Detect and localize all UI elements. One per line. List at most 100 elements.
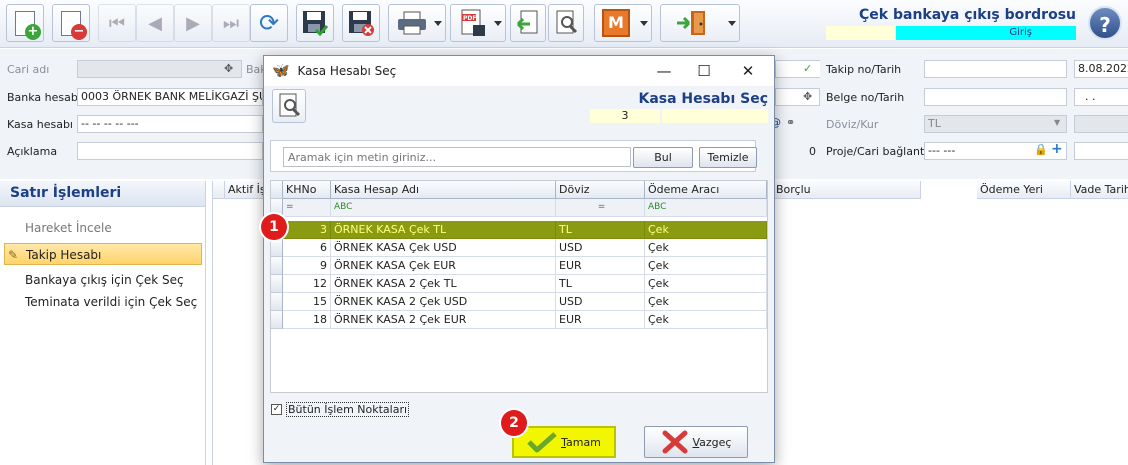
filter-khno[interactable]: = bbox=[283, 199, 331, 217]
doviz-select[interactable]: TL bbox=[924, 115, 1067, 133]
banka-hesabi-field[interactable]: 0003 ÖRNEK BANK MELİKGAZİ ŞUBE TL bbox=[77, 88, 263, 106]
cari-adi-field[interactable] bbox=[77, 60, 242, 78]
col-odeme-yeri[interactable]: Ödeme Yeri bbox=[977, 181, 1071, 199]
cari-lookup-icon[interactable]: ✥ bbox=[224, 62, 233, 75]
previous-record-button[interactable]: ◀ bbox=[136, 4, 174, 42]
cancel-button[interactable]: Vazgeç bbox=[644, 426, 748, 458]
doviz-label: Döviz/Kur bbox=[826, 118, 879, 131]
refresh-button[interactable]: ⟳ bbox=[250, 4, 288, 42]
takip-date-field[interactable]: 8.08.2022 bbox=[1074, 60, 1128, 78]
clear-button[interactable]: Temizle bbox=[699, 147, 757, 168]
tools-button[interactable] bbox=[548, 4, 584, 42]
m-module-button[interactable]: M bbox=[594, 4, 652, 42]
filter-kasa-hesap-adi[interactable]: ABC bbox=[331, 199, 556, 217]
ok-button[interactable]: Tamam bbox=[512, 426, 616, 458]
check-icon: ✓ bbox=[803, 62, 813, 75]
table-row[interactable]: 12 ÖRNEK KASA 2 Çek TL TL Çek bbox=[271, 275, 767, 293]
dialog-header: Kasa Hesabı Seç 3 bbox=[272, 89, 768, 129]
next-record-button[interactable]: ▶ bbox=[174, 4, 212, 42]
cell-doviz: TL bbox=[556, 275, 645, 293]
help-button[interactable]: ? bbox=[1088, 6, 1122, 40]
x-icon bbox=[662, 430, 687, 454]
table-row[interactable]: 6 ÖRNEK KASA Çek USD USD Çek bbox=[271, 239, 767, 257]
cell-doviz: EUR bbox=[556, 311, 645, 329]
table-row[interactable]: 3 ÖRNEK KASA Çek TL TL Çek bbox=[271, 221, 767, 239]
row-operations-panel: Satır İşlemleri Hareket İncele ✎ Takip H… bbox=[0, 181, 206, 465]
table-row[interactable]: 9 ÖRNEK KASA Çek EUR EUR Çek bbox=[271, 257, 767, 275]
checkbox-box[interactable]: ✓ bbox=[271, 404, 282, 415]
all-points-label: Bütün İşlem Noktaları bbox=[286, 402, 410, 417]
doviz-dropdown-icon: ▼ bbox=[1054, 118, 1061, 127]
aciklama-field[interactable] bbox=[77, 142, 263, 160]
col-doviz[interactable]: Döviz bbox=[556, 181, 645, 199]
cell-doviz: EUR bbox=[556, 257, 645, 275]
belge-no-field[interactable] bbox=[924, 88, 1067, 106]
exit-button[interactable] bbox=[660, 4, 740, 42]
find-button[interactable]: Bul bbox=[633, 147, 693, 168]
cell-odeme-araci: Çek bbox=[645, 275, 767, 293]
proje-extra-field[interactable] bbox=[1074, 142, 1128, 160]
link-icon[interactable]: ⚭ bbox=[786, 116, 795, 129]
page-title: Çek bankaya çıkış bordrosu bbox=[859, 7, 1076, 23]
next-record-icon: ▶ bbox=[186, 12, 200, 34]
print-button[interactable] bbox=[388, 4, 446, 42]
cell-khno: 6 bbox=[283, 239, 331, 257]
table-row[interactable]: 15 ÖRNEK KASA 2 Çek USD USD Çek bbox=[271, 293, 767, 311]
col-kasa-hesap-adi[interactable]: Kasa Hesap Adı bbox=[331, 181, 556, 199]
close-button[interactable]: ✕ bbox=[728, 56, 768, 86]
cancel-save-button[interactable] bbox=[342, 4, 380, 42]
dialog-tools-button[interactable] bbox=[272, 89, 306, 123]
kasa-hesabi-dialog: 🦋 Kasa Hesabı Seç — ☐ ✕ Kasa Hesabı Seç … bbox=[263, 55, 775, 463]
step-marker-1: 1 bbox=[261, 214, 287, 240]
cell-khno: 3 bbox=[283, 221, 331, 239]
lookup-icon[interactable]: ✥ bbox=[803, 90, 812, 103]
cell-doviz: USD bbox=[556, 293, 645, 311]
print-icon bbox=[398, 11, 426, 35]
takip-no-field[interactable] bbox=[924, 60, 1067, 78]
row-indicator bbox=[271, 239, 283, 257]
delete-document-button[interactable]: − bbox=[52, 4, 90, 42]
last-record-button[interactable]: ⏭ bbox=[212, 4, 250, 42]
tools-icon bbox=[556, 10, 578, 34]
first-record-button[interactable]: ⏮ bbox=[98, 4, 136, 42]
cell-odeme-araci: Çek bbox=[645, 311, 767, 329]
zero-value: 0 bbox=[809, 145, 816, 158]
header-indicator bbox=[271, 181, 283, 199]
maximize-button[interactable]: ☐ bbox=[684, 56, 724, 86]
check-icon bbox=[527, 432, 557, 453]
kur-field[interactable] bbox=[1074, 115, 1128, 133]
new-document-button[interactable]: + bbox=[6, 4, 44, 42]
col-borclu[interactable]: Borçlu bbox=[773, 181, 921, 199]
kasa-hesabi-field[interactable]: -- -- -- -- --- bbox=[77, 115, 263, 133]
action-hareket-incele[interactable]: Hareket İncele bbox=[4, 217, 202, 239]
all-points-checkbox[interactable]: ✓ Bütün İşlem Noktaları bbox=[271, 402, 410, 417]
action-takip-hesabi[interactable]: ✎ Takip Hesabı bbox=[4, 243, 202, 265]
action-teminata-verildi-cek-sec[interactable]: Teminata verildi için Çek Seç bbox=[4, 291, 202, 313]
mode-badge: Giriş bbox=[896, 26, 1076, 40]
col-odeme-araci[interactable]: Ödeme Aracı bbox=[645, 181, 767, 199]
add-icon[interactable]: + bbox=[1051, 141, 1063, 157]
cell-odeme-araci: Çek bbox=[645, 257, 767, 275]
svg-text:PDF: PDF bbox=[463, 15, 476, 22]
belge-label: Belge no/Tarih bbox=[826, 91, 905, 104]
filter-odeme-araci[interactable]: ABC bbox=[645, 199, 767, 217]
belge-date-field[interactable]: . . bbox=[1074, 88, 1128, 106]
cell-kasa-hesap-adi: ÖRNEK KASA 2 Çek USD bbox=[331, 293, 556, 311]
close-icon: ✕ bbox=[741, 62, 755, 80]
save-button[interactable] bbox=[296, 4, 334, 42]
action-bankaya-cikis-cek-sec[interactable]: Bankaya çıkış için Çek Seç bbox=[4, 269, 202, 291]
cari-adi-label: Cari adı bbox=[7, 63, 50, 76]
filter-doviz[interactable]: = bbox=[556, 199, 645, 217]
table-row[interactable]: 18 ÖRNEK KASA 2 Çek EUR EUR Çek bbox=[271, 311, 767, 329]
cell-khno: 9 bbox=[283, 257, 331, 275]
pdf-export-button[interactable]: PDF bbox=[450, 4, 506, 42]
col-khno[interactable]: KHNo bbox=[283, 181, 331, 199]
butterfly-app-icon: 🦋 bbox=[272, 63, 290, 79]
help-icon: ? bbox=[1099, 13, 1111, 37]
search-input[interactable] bbox=[283, 147, 631, 167]
back-import-button[interactable] bbox=[510, 4, 546, 42]
grid-indicator-header bbox=[213, 181, 225, 199]
col-vade-tarihi[interactable]: Vade Tarihi bbox=[1071, 181, 1128, 199]
cell-kasa-hesap-adi: ÖRNEK KASA Çek USD bbox=[331, 239, 556, 257]
minimize-button[interactable]: — bbox=[644, 56, 684, 86]
